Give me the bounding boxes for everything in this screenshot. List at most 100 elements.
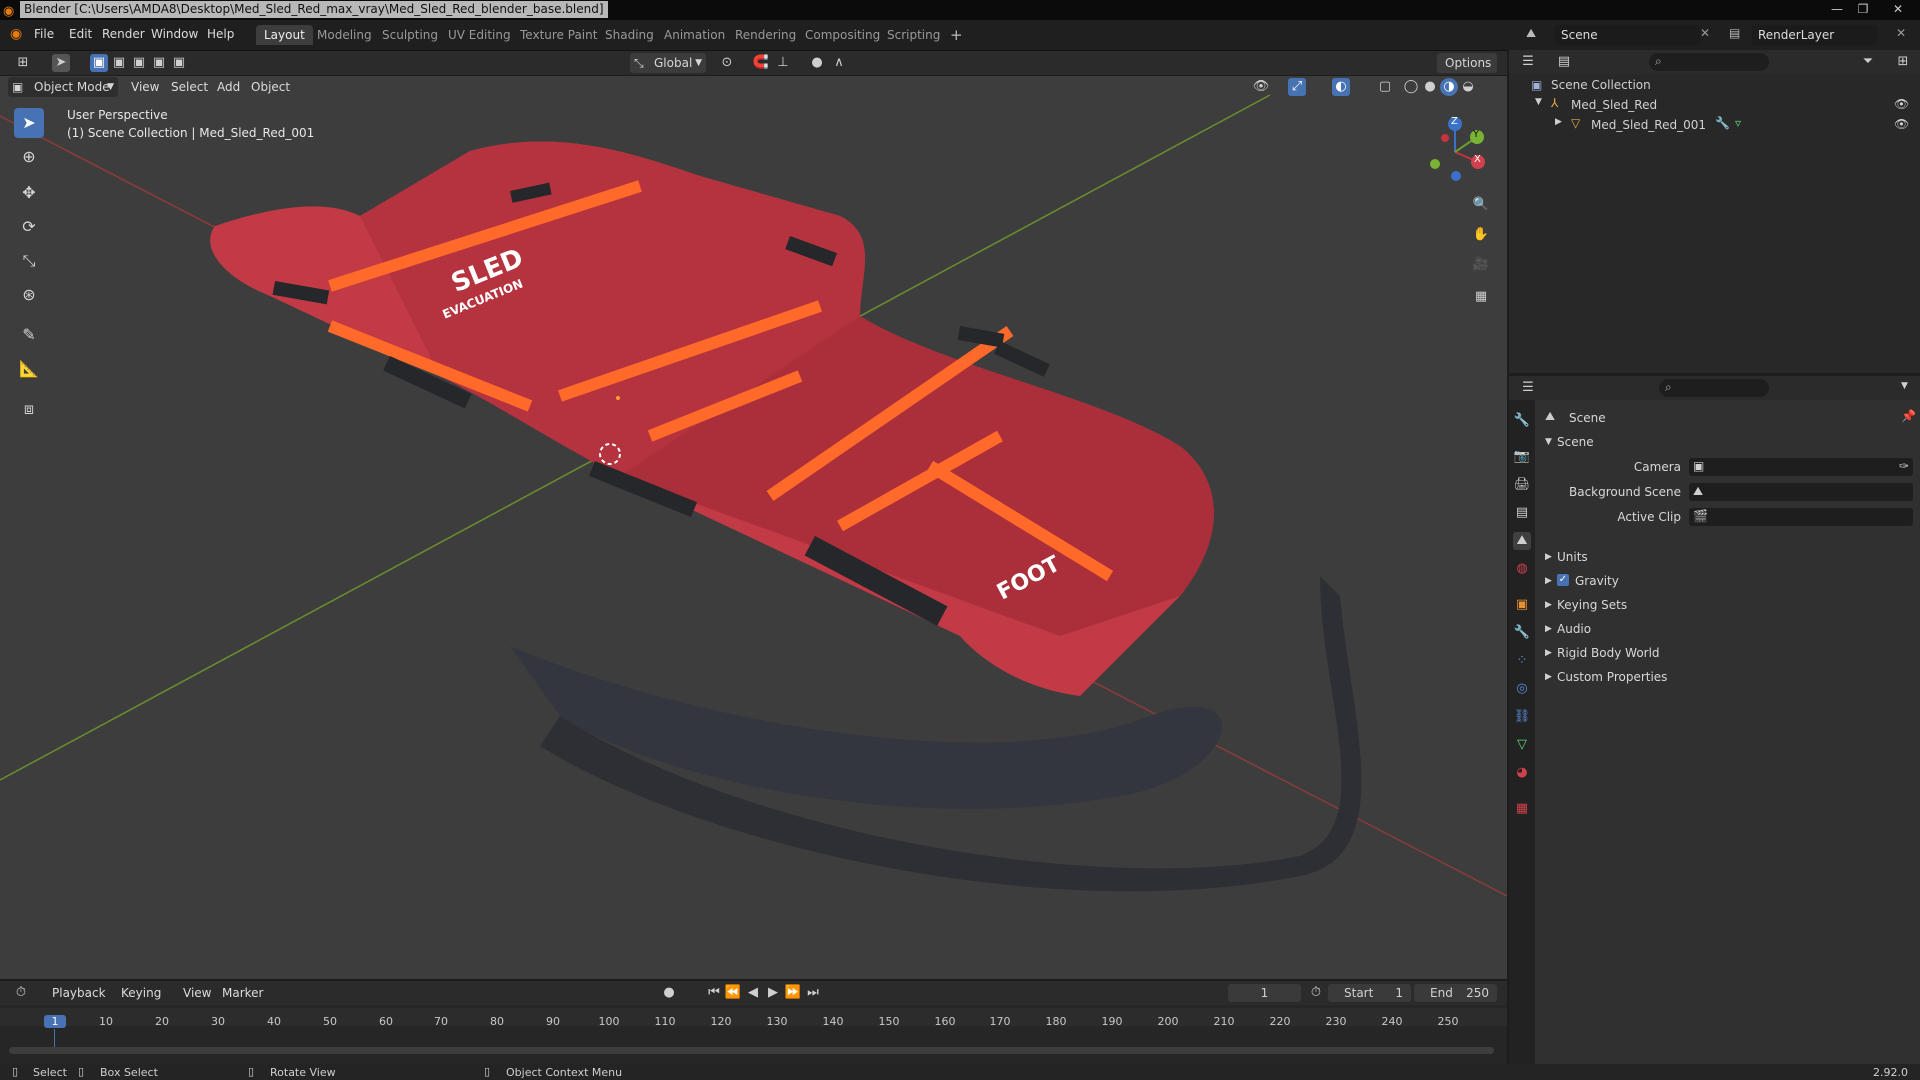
texture-tab-icon[interactable]: ▦ <box>1513 800 1531 818</box>
visibility-icon[interactable]: 👁 <box>1252 78 1270 96</box>
zoom-icon[interactable]: 🔍 <box>1472 196 1490 214</box>
preview-range-icon[interactable]: ⏱ <box>1307 984 1325 1002</box>
menu-help[interactable]: Help <box>207 27 234 41</box>
modifier-tab-icon[interactable]: 🔧 <box>1513 624 1531 642</box>
jump-start-icon[interactable]: ⏮ <box>705 984 723 1002</box>
particles-tab-icon[interactable]: ⁘ <box>1513 652 1531 670</box>
timeline-menu-playback[interactable]: Playback <box>52 986 106 1000</box>
collapse-arrow-icon[interactable]: ▶ <box>1555 117 1562 127</box>
tab-animation[interactable]: Animation <box>656 25 733 45</box>
units-panel[interactable]: Units <box>1557 550 1588 564</box>
tool-tab-icon[interactable]: 🔧 <box>1513 412 1531 430</box>
tab-layout[interactable]: Layout <box>256 25 313 45</box>
panel-expand-icon[interactable]: ▼ <box>1545 437 1552 447</box>
scene-panel-title[interactable]: Scene <box>1557 435 1594 449</box>
scene-tab-icon[interactable]: ⛰ <box>1513 532 1531 550</box>
select-mode-invert-icon[interactable]: ▣ <box>170 54 188 72</box>
snap-target-icon[interactable]: ⊥ <box>774 54 792 72</box>
properties-search-input[interactable]: ⌕ <box>1659 379 1769 397</box>
custom-properties-panel[interactable]: Custom Properties <box>1557 670 1667 684</box>
next-keyframe-icon[interactable]: ⏩ <box>784 984 802 1002</box>
renderlayer-selector[interactable]: RenderLayer <box>1752 25 1877 45</box>
mesh-data-icon[interactable]: ▿ <box>1735 116 1741 130</box>
filter-icon[interactable]: ⏷ <box>1859 53 1877 71</box>
falloff-icon[interactable]: ∧ <box>830 54 848 72</box>
active-clip-field[interactable]: 🎬 <box>1689 508 1913 526</box>
viewport-menu-view[interactable]: View <box>131 80 159 94</box>
scene-selector[interactable]: Scene <box>1555 25 1700 45</box>
scene-close-icon[interactable]: ✕ <box>1700 26 1710 40</box>
overlay-toggle-icon[interactable]: ◐ <box>1332 78 1350 96</box>
proportional-edit-icon[interactable]: ● <box>808 54 826 72</box>
menu-render[interactable]: Render <box>102 27 145 41</box>
snap-icon[interactable]: 🧲 <box>752 54 770 72</box>
end-frame-field[interactable]: End 250 <box>1414 984 1497 1002</box>
prev-keyframe-icon[interactable]: ⏪ <box>724 984 742 1002</box>
transform-orientation-dropdown[interactable]: ⤡ Global ▼ <box>630 53 706 73</box>
blender-menu-icon[interactable]: ◉ <box>10 26 22 42</box>
outliner-editor-icon[interactable]: ☰ <box>1519 53 1537 71</box>
material-shading-icon[interactable]: ◑ <box>1440 78 1458 96</box>
editor-type-icon[interactable]: ⊞ <box>14 54 32 72</box>
play-reverse-icon[interactable]: ◀ <box>744 984 762 1002</box>
gravity-panel[interactable]: Gravity <box>1575 574 1619 588</box>
timeline-menu-keying[interactable]: Keying <box>121 986 161 1000</box>
expand-arrow-icon[interactable]: ▼ <box>1535 97 1542 107</box>
maximize-button[interactable]: ❐ <box>1850 0 1876 20</box>
outliner-item-med-sled-red[interactable]: Med_Sled_Red <box>1571 98 1657 112</box>
timeline-menu-marker[interactable]: Marker <box>222 986 263 1000</box>
panel-collapse-icon[interactable]: ▶ <box>1545 648 1552 658</box>
annotate-tool-icon[interactable]: ✎ <box>14 320 44 350</box>
rigid-body-world-panel[interactable]: Rigid Body World <box>1557 646 1660 660</box>
outliner-search-input[interactable]: ⌕ <box>1649 53 1769 71</box>
properties-editor-icon[interactable]: ☰ <box>1519 379 1537 397</box>
material-tab-icon[interactable]: ◕ <box>1513 764 1531 782</box>
audio-panel[interactable]: Audio <box>1557 622 1591 636</box>
select-mode-new-icon[interactable]: ▣ <box>90 54 108 72</box>
renderlayer-close-icon[interactable]: ✕ <box>1896 26 1906 40</box>
keying-sets-panel[interactable]: Keying Sets <box>1557 598 1627 612</box>
new-collection-icon[interactable]: ⊞ <box>1894 53 1912 71</box>
tab-modeling[interactable]: Modeling <box>309 25 380 45</box>
navigation-gizmo[interactable]: Z X Y <box>1420 112 1500 192</box>
select-mode-intersect-icon[interactable]: ▣ <box>150 54 168 72</box>
tab-rendering[interactable]: Rendering <box>727 25 804 45</box>
panel-collapse-icon[interactable]: ▶ <box>1545 624 1552 634</box>
solid-shading-icon[interactable]: ● <box>1421 78 1439 96</box>
timeline-scrollbar[interactable] <box>9 1047 1494 1054</box>
measure-tool-icon[interactable]: 📐 <box>14 354 44 384</box>
output-tab-icon[interactable]: 🖨 <box>1513 476 1531 494</box>
background-scene-field[interactable]: ⛰ <box>1689 483 1913 501</box>
tab-shading[interactable]: Shading <box>597 25 662 45</box>
minimize-button[interactable]: — <box>1824 0 1850 20</box>
visibility-eye-icon[interactable]: 👁 <box>1894 97 1909 111</box>
physics-tab-icon[interactable]: ◎ <box>1513 680 1531 698</box>
tab-scripting[interactable]: Scripting <box>879 25 948 45</box>
tab-compositing[interactable]: Compositing <box>797 25 888 45</box>
menu-file[interactable]: File <box>34 27 54 41</box>
outliner-item-med-sled-red-001[interactable]: Med_Sled_Red_001 <box>1591 118 1706 132</box>
rendered-shading-icon[interactable]: ◒ <box>1459 78 1477 96</box>
panel-collapse-icon[interactable]: ▶ <box>1545 672 1552 682</box>
eyedropper-icon[interactable]: ✑ <box>1899 459 1909 473</box>
timeline-menu-view[interactable]: View <box>183 986 211 1000</box>
scale-tool-icon[interactable]: ⤡ <box>14 246 44 276</box>
options-dropdown[interactable]: Options <box>1437 53 1497 73</box>
add-workspace-button[interactable]: + <box>942 25 971 45</box>
mode-dropdown[interactable]: ▣ Object Mode ▼ <box>8 77 118 97</box>
view-layer-tab-icon[interactable]: ▤ <box>1513 504 1531 522</box>
viewport-menu-select[interactable]: Select <box>171 80 208 94</box>
tab-sculpting[interactable]: Sculpting <box>374 25 446 45</box>
viewport-menu-add[interactable]: Add <box>217 80 240 94</box>
modifier-wrench-icon[interactable]: 🔧 <box>1715 116 1730 130</box>
pivot-point-icon[interactable]: ⊙ <box>718 54 736 72</box>
transform-tool-icon[interactable]: ⊛ <box>14 280 44 310</box>
gravity-checkbox[interactable]: ✓ <box>1557 574 1569 586</box>
camera-field[interactable]: ▣ ✑ <box>1689 458 1913 476</box>
pan-hand-icon[interactable]: ✋ <box>1472 226 1490 244</box>
panel-collapse-icon[interactable]: ▶ <box>1545 552 1552 562</box>
record-keyframe-icon[interactable]: ● <box>660 984 678 1002</box>
camera-view-icon[interactable]: 🎥 <box>1472 256 1490 274</box>
gizmo-toggle-icon[interactable]: ⤢ <box>1288 78 1306 96</box>
ortho-grid-icon[interactable]: ▦ <box>1472 288 1490 306</box>
